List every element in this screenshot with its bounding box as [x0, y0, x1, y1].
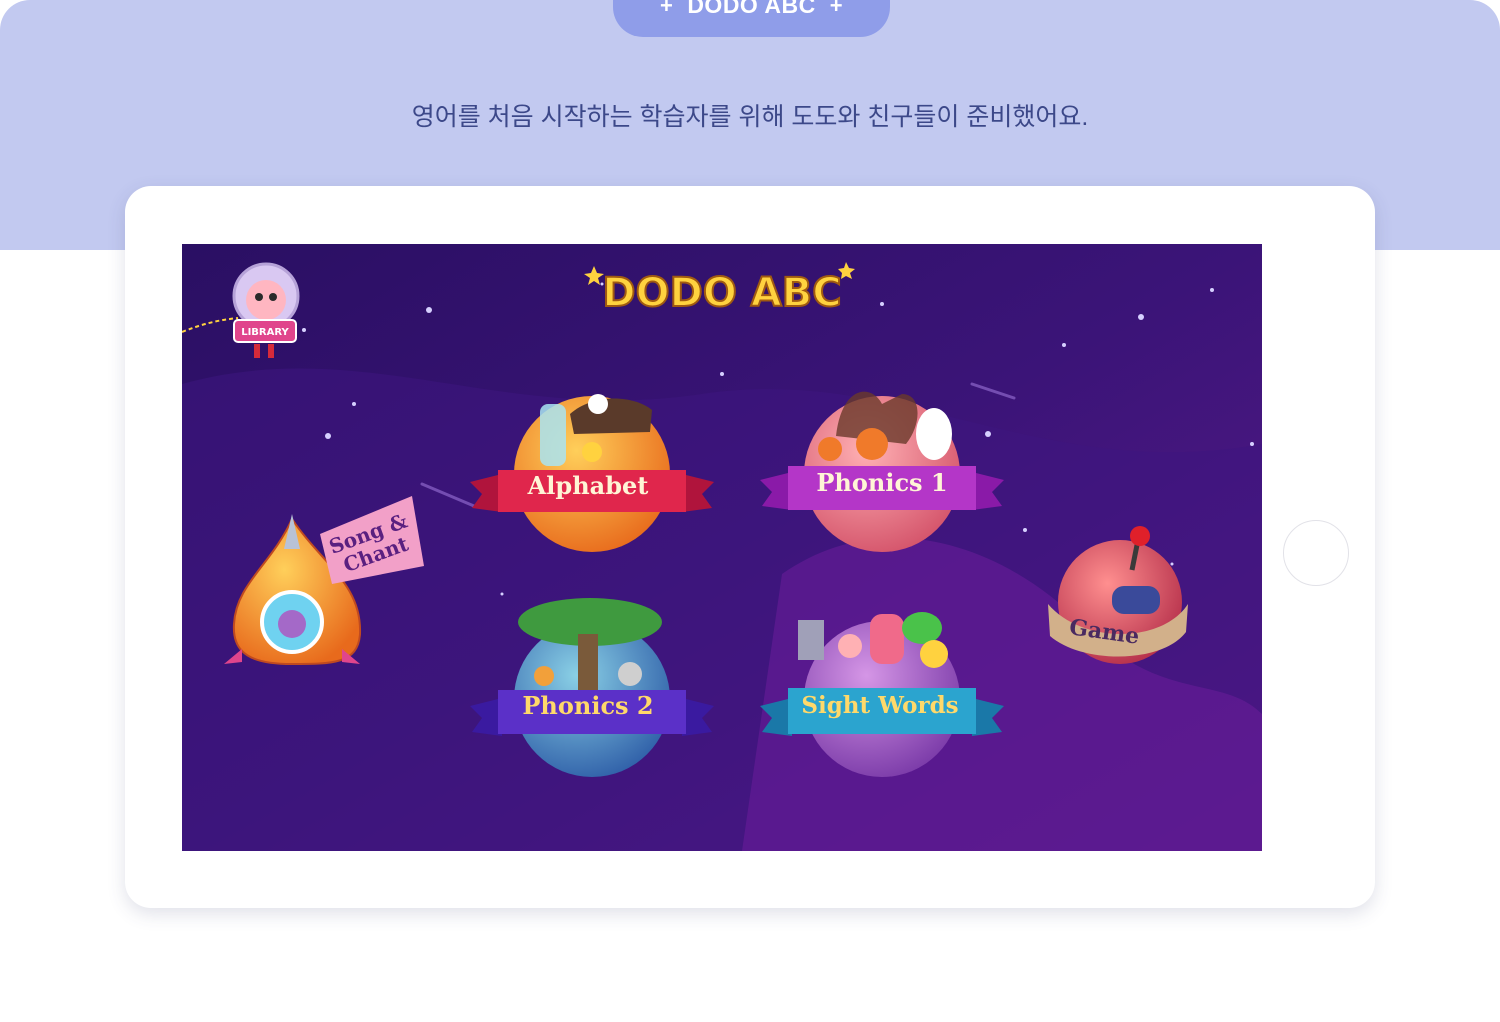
alphabet-label: Alphabet: [527, 471, 649, 500]
character-icon: [588, 394, 608, 414]
library-label: LIBRARY: [241, 327, 289, 338]
dodo-abc-tab[interactable]: + DODO ABC +: [613, 0, 890, 37]
page-subtitle: 영어를 처음 시작하는 학습자를 위해 도도와 친구들이 준비했어요.: [411, 103, 1089, 131]
character-icon: [838, 634, 862, 658]
character-icon: [534, 666, 554, 686]
tab-title: DODO ABC: [687, 0, 816, 18]
castle-icon: [798, 620, 824, 660]
character-icon: [920, 640, 948, 668]
pumpkin-icon: [818, 437, 842, 461]
character-icon: [278, 610, 306, 638]
candy-jar-icon: [540, 404, 566, 466]
wizard-icon: [618, 662, 642, 686]
tablet-home-button[interactable]: [1283, 520, 1349, 586]
character-icon: [902, 612, 942, 644]
logo-text: DODO ABC: [602, 270, 841, 316]
gamepad-icon: [1112, 586, 1160, 614]
pumpkin-icon: [856, 428, 888, 460]
character-icon: [582, 442, 602, 462]
dodo-abc-logo: DODO ABC: [584, 262, 855, 317]
phonics1-label: Phonics 1: [816, 468, 947, 497]
app-screen: DODO ABC LIBRARY Song & Chant Alphabet P…: [182, 244, 1262, 851]
plus-icon: +: [659, 0, 674, 18]
ghost-icon: [916, 408, 952, 460]
sight-words-label: Sight Words: [801, 692, 958, 719]
astronaut-face: [246, 280, 286, 320]
joystick-knob: [1130, 526, 1150, 546]
plus-icon: +: [829, 0, 844, 18]
character-icon: [870, 614, 904, 664]
phonics2-label: Phonics 2: [522, 691, 653, 720]
